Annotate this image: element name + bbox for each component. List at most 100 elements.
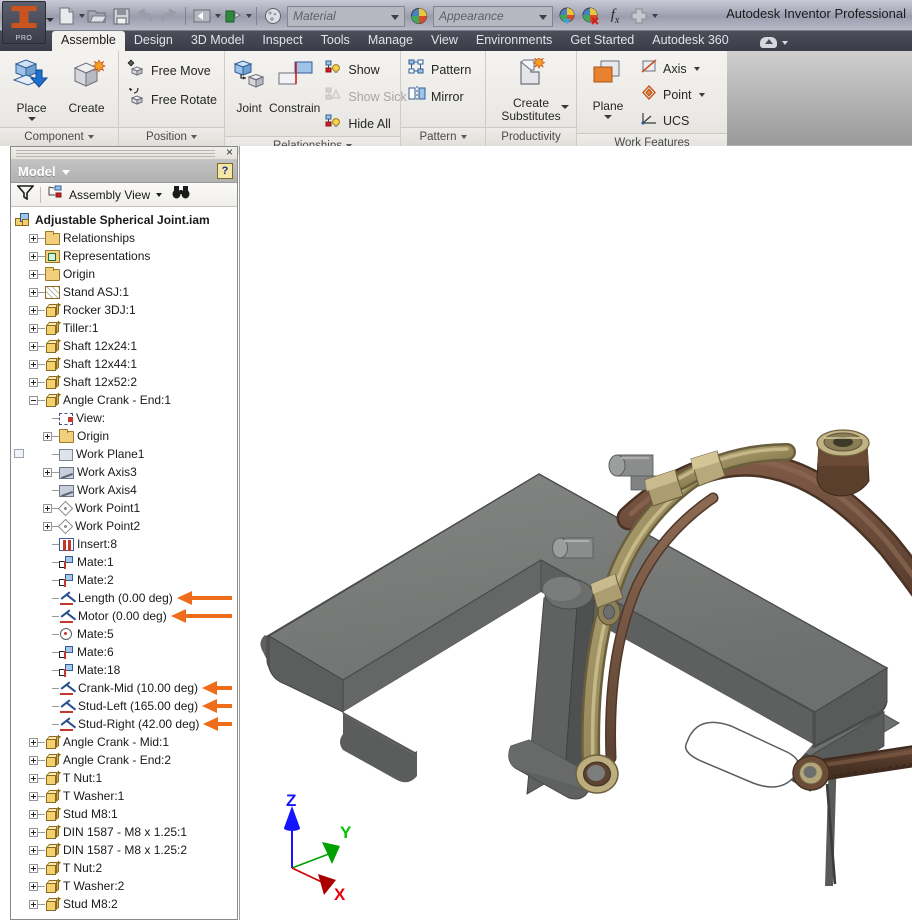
panel-component-chevron-down-icon[interactable] [87, 135, 94, 139]
ribbon-minimize-chevron-down-icon[interactable] [781, 40, 788, 45]
work-axis-chevron-down-icon[interactable] [693, 67, 700, 71]
tree-expander-plus[interactable] [43, 503, 52, 513]
app-menu-chevron-down-icon[interactable] [46, 18, 54, 22]
appearance-swatch-icon[interactable] [407, 4, 431, 28]
binoculars-icon[interactable] [172, 185, 190, 204]
work-point-chevron-down-icon[interactable] [698, 93, 705, 97]
redo-button[interactable] [157, 4, 181, 28]
tree-expander-plus[interactable] [29, 251, 38, 261]
place-component-chevron-down-icon[interactable] [27, 117, 36, 121]
tree-item[interactable]: DIN 1587 - M8 x 1.25:2 [11, 841, 237, 859]
tree-item[interactable]: Mate:1 [11, 553, 237, 571]
save-button[interactable] [109, 4, 133, 28]
tree-item[interactable]: T Washer:2 [11, 877, 237, 895]
tree-expander-plus[interactable] [29, 791, 38, 801]
qat-overflow-chevron-down-icon[interactable] [652, 14, 658, 18]
tree-item[interactable]: Stud M8:1 [11, 805, 237, 823]
work-point-button[interactable]: Point [637, 83, 711, 107]
tree-expander-plus[interactable] [29, 341, 38, 351]
place-component-button[interactable]: Place [4, 55, 59, 121]
tree-item[interactable]: Work Axis4 [11, 481, 237, 499]
tree-item[interactable]: Shaft 12x52:2 [11, 373, 237, 391]
tree-item[interactable]: Crank-Mid (10.00 deg) [11, 679, 237, 697]
tree-item[interactable]: T Washer:1 [11, 787, 237, 805]
pattern-button[interactable]: Pattern [405, 57, 477, 82]
tree-item[interactable]: Representations [11, 247, 237, 265]
tree-item[interactable]: Length (0.00 deg) [11, 589, 237, 607]
tree-expander-plus[interactable] [29, 377, 38, 387]
model-tree[interactable]: Adjustable Spherical Joint.iam Relationsh… [11, 207, 237, 919]
panel-position-chevron-down-icon[interactable] [190, 135, 197, 139]
panel-label-position[interactable]: Position [119, 127, 224, 146]
tree-expander-plus[interactable] [29, 773, 38, 783]
adjust-appearance-button[interactable] [555, 4, 579, 28]
tree-item[interactable]: Mate:6 [11, 643, 237, 661]
assembly-view-chevron-down-icon[interactable] [156, 192, 163, 197]
ribbon-display-options-button[interactable] [759, 37, 788, 51]
help-icon[interactable]: ? [217, 163, 233, 179]
tree-item[interactable]: Work Axis3 [11, 463, 237, 481]
material-combo[interactable]: Material [287, 5, 405, 27]
free-move-button[interactable]: Free Move [123, 57, 223, 84]
tree-expander-plus[interactable] [29, 287, 38, 297]
browser-title-chevron-down-icon[interactable] [61, 170, 70, 175]
appearance-chevron-down-icon[interactable] [539, 14, 547, 20]
tree-expander-plus[interactable] [29, 755, 38, 765]
appearance-combo[interactable]: Appearance [433, 5, 553, 27]
panel-pattern-chevron-down-icon[interactable] [460, 135, 467, 139]
ucs-button[interactable]: UCS [637, 109, 711, 133]
work-plane-chevron-down-icon[interactable] [604, 115, 612, 119]
customize-qat-plus-icon[interactable] [627, 4, 651, 28]
create-substitutes-button[interactable]: Create Substitutes [490, 55, 572, 123]
ribbon-tab-manage[interactable]: Manage [359, 31, 422, 51]
tree-item[interactable]: Work Plane1 [11, 445, 237, 463]
clear-appearance-button[interactable] [579, 4, 603, 28]
tree-item[interactable]: Angle Crank - Mid:1 [11, 733, 237, 751]
undo-button[interactable] [133, 4, 157, 28]
assembly-view-label[interactable]: Assembly View [69, 188, 150, 202]
tree-item[interactable]: Angle Crank - End:1 [11, 391, 237, 409]
joint-button[interactable]: Joint [229, 55, 269, 115]
tree-item[interactable]: T Nut:1 [11, 769, 237, 787]
open-file-button[interactable] [85, 4, 109, 28]
tree-root-item[interactable]: Adjustable Spherical Joint.iam [11, 211, 237, 229]
tree-expander-minus[interactable] [29, 395, 38, 405]
inventor-app-button[interactable]: PRO [2, 1, 46, 44]
ribbon-tab-environments[interactable]: Environments [467, 31, 561, 51]
tree-expander-plus[interactable] [29, 737, 38, 747]
panel-label-pattern[interactable]: Pattern [401, 127, 485, 146]
ribbon-tab-design[interactable]: Design [125, 31, 182, 51]
mirror-button[interactable]: Mirror [405, 84, 477, 109]
hide-all-button[interactable]: Hide All [322, 111, 412, 136]
tree-expander-plus[interactable] [29, 233, 38, 243]
tree-item[interactable]: Origin [11, 427, 237, 445]
tree-expander-plus[interactable] [29, 269, 38, 279]
material-chevron-down-icon[interactable] [391, 14, 399, 20]
update-button[interactable] [221, 4, 245, 28]
browser-close-button[interactable]: × [226, 146, 233, 159]
show-sick-button[interactable]: Show Sick [322, 84, 412, 109]
panel-label-component[interactable]: Component [0, 127, 118, 146]
tree-expander-plus[interactable] [29, 809, 38, 819]
tree-item[interactable]: Origin [11, 265, 237, 283]
update-chevron-down-icon[interactable] [246, 14, 252, 18]
tree-item[interactable]: DIN 1587 - M8 x 1.25:1 [11, 823, 237, 841]
tree-item[interactable]: View: [11, 409, 237, 427]
tree-expander-plus[interactable] [29, 863, 38, 873]
tree-expander-plus[interactable] [43, 431, 52, 441]
ribbon-tab-autodesk-360[interactable]: Autodesk 360 [643, 31, 737, 51]
work-plane-button[interactable]: Plane [581, 55, 635, 119]
tree-item[interactable]: Work Point2 [11, 517, 237, 535]
panel-label-productivity[interactable]: Productivity [486, 127, 576, 146]
tree-item[interactable]: Stud-Right (42.00 deg) [11, 715, 237, 733]
tree-expander-plus[interactable] [29, 323, 38, 333]
browser-drag-grip[interactable]: × [11, 146, 237, 160]
ribbon-tab-3d-model[interactable]: 3D Model [182, 31, 254, 51]
tree-item[interactable]: Shaft 12x24:1 [11, 337, 237, 355]
tree-item[interactable]: Insert:8 [11, 535, 237, 553]
tree-item[interactable]: Mate:18 [11, 661, 237, 679]
tree-expander-plus[interactable] [29, 845, 38, 855]
create-substitutes-chevron-down-icon[interactable] [561, 105, 569, 109]
tree-item[interactable]: Motor (0.00 deg) [11, 607, 237, 625]
browser-title-bar[interactable]: Model ? [11, 160, 237, 183]
